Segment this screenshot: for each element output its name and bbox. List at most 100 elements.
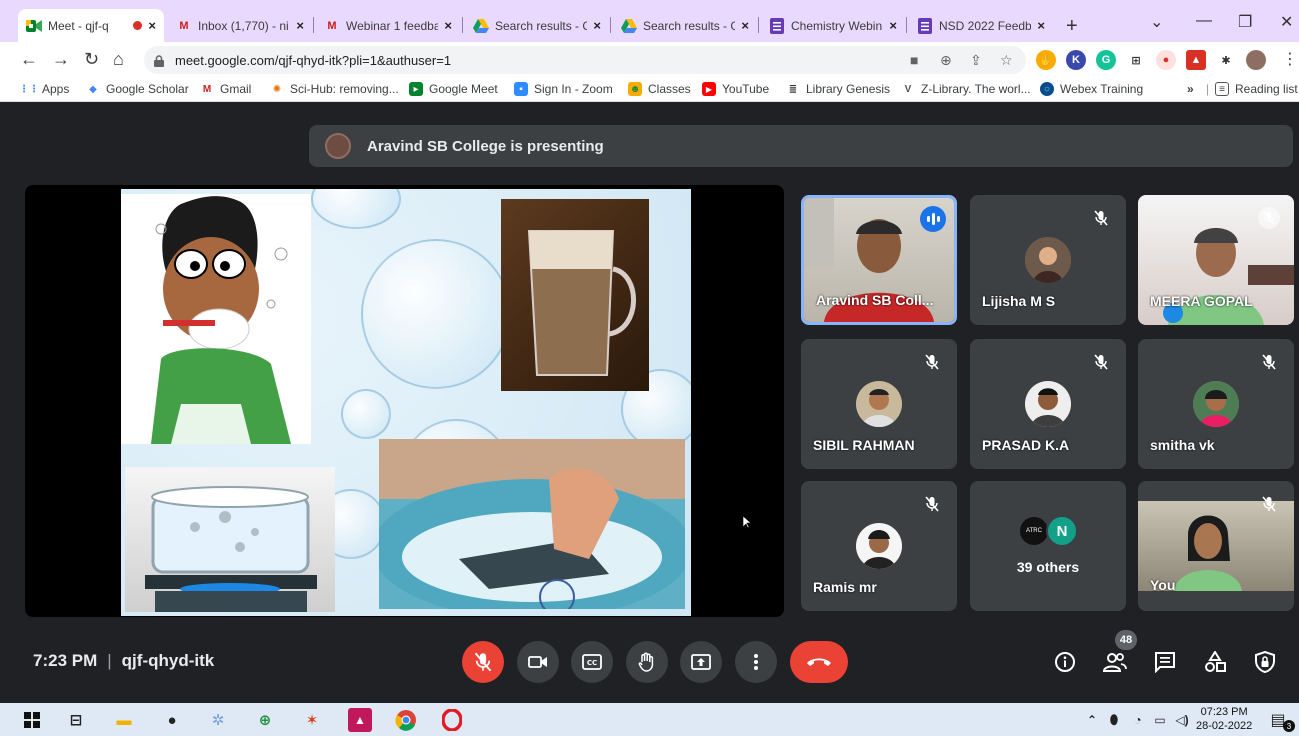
extension-grammarly-icon[interactable]: G bbox=[1096, 50, 1116, 70]
chat-icon bbox=[1155, 652, 1175, 673]
opera-taskbar-icon[interactable] bbox=[440, 708, 464, 732]
bookmark-google-meet[interactable]: ▸ Google Meet bbox=[409, 82, 498, 96]
participant-tile-meera[interactable]: MEERA GOPAL bbox=[1138, 195, 1294, 325]
windows-start-icon[interactable] bbox=[20, 708, 44, 732]
forward-icon[interactable]: → bbox=[52, 49, 70, 70]
close-tab-icon[interactable]: × bbox=[296, 18, 304, 33]
tab-search-results-2[interactable]: Search results - G × bbox=[613, 9, 757, 42]
meet-stage: Aravind SB College is presenting Aravind… bbox=[9, 103, 1299, 703]
windows-taskbar: ⊟ ▬ ● ✲ ⊕ ✶ ▲ ⌃ ⬮ ◔ ▭ ◁) 07:23 PM 28-02-… bbox=[0, 703, 1299, 736]
host-controls-button[interactable] bbox=[1252, 649, 1278, 675]
bookmark-zoom[interactable]: ▪ Sign In - Zoom bbox=[514, 82, 613, 96]
people-button[interactable] bbox=[1102, 649, 1128, 675]
zoom-icon[interactable]: ⊕ bbox=[940, 52, 952, 69]
file-explorer-icon[interactable]: ▬ bbox=[112, 708, 136, 732]
meeting-info-button[interactable] bbox=[1052, 649, 1078, 675]
profile-avatar[interactable] bbox=[1246, 50, 1266, 70]
tab-gmail-inbox[interactable]: M Inbox (1,770) - ni × bbox=[168, 9, 312, 42]
leave-call-button[interactable] bbox=[790, 641, 848, 683]
camera-in-use-icon[interactable]: ■ bbox=[910, 52, 918, 68]
media-app-icon[interactable]: ● bbox=[160, 708, 184, 732]
back-icon[interactable]: ← bbox=[20, 49, 38, 70]
mic-toggle-button[interactable] bbox=[462, 641, 504, 683]
address-bar[interactable]: meet.google.com/qjf-qhyd-itk?pli=1&authu… bbox=[144, 46, 1026, 74]
tab-search-chevron-icon[interactable]: ⌄ bbox=[1150, 12, 1163, 32]
drawing-app-icon[interactable]: ✶ bbox=[300, 708, 324, 732]
bookmark-apps[interactable]: ⋮⋮ Apps bbox=[19, 82, 69, 96]
tray-wifi-icon[interactable]: ◔ bbox=[1126, 708, 1150, 732]
bookmark-z-library[interactable]: V Z-Library. The worl... bbox=[901, 82, 1031, 96]
share-icon[interactable]: ⇪ bbox=[970, 52, 982, 69]
libgen-icon: ≣ bbox=[788, 83, 798, 95]
tray-date: 28-02-2022 bbox=[1196, 720, 1253, 732]
tray-microphone-icon[interactable]: ⬮ bbox=[1102, 708, 1126, 732]
camera-toggle-button[interactable] bbox=[517, 641, 559, 683]
bookmark-classes[interactable]: ☻ Classes bbox=[628, 82, 691, 96]
tab-search-results-1[interactable]: Search results - G × bbox=[465, 9, 609, 42]
menu-kebab-icon[interactable]: ⋮ bbox=[1282, 49, 1298, 69]
extension-pdf-icon[interactable]: ▲ bbox=[1186, 50, 1206, 70]
close-tab-icon[interactable]: × bbox=[148, 18, 156, 33]
participant-name: MEERA GOPAL bbox=[1150, 293, 1253, 309]
close-tab-icon[interactable]: × bbox=[593, 18, 601, 33]
extensions-puzzle-icon[interactable]: ✱ bbox=[1216, 50, 1236, 70]
participant-tile-you[interactable]: You bbox=[1138, 481, 1294, 611]
participant-avatar bbox=[1193, 381, 1239, 427]
participant-name: Aravind SB Coll... bbox=[816, 292, 934, 308]
participant-tile-lijisha[interactable]: Lijisha M S bbox=[970, 195, 1126, 325]
participant-tile-smitha[interactable]: smitha vk bbox=[1138, 339, 1294, 469]
mic-off-icon bbox=[1090, 351, 1112, 373]
tray-overflow-chevron-icon[interactable]: ⌃ bbox=[1080, 708, 1104, 732]
more-bookmarks-button[interactable]: » bbox=[1187, 82, 1194, 96]
participant-tile-ramis[interactable]: Ramis mr bbox=[801, 481, 957, 611]
tray-volume-icon[interactable]: ◁) bbox=[1170, 708, 1194, 732]
bookmark-google-scholar[interactable]: ◆ Google Scholar bbox=[86, 82, 189, 96]
minimize-icon[interactable]: — bbox=[1196, 12, 1212, 30]
close-tab-icon[interactable]: × bbox=[1037, 18, 1045, 33]
chrome-taskbar-icon[interactable] bbox=[394, 708, 418, 732]
participant-tile-aravind[interactable]: Aravind SB Coll... bbox=[801, 195, 957, 325]
tray-clock[interactable]: 07:23 PM 28-02-2022 bbox=[1196, 705, 1252, 733]
tab-meet[interactable]: Meet - qjf-q × bbox=[18, 9, 164, 42]
close-window-icon[interactable]: ✕ bbox=[1280, 12, 1293, 32]
task-view-icon[interactable]: ⊟ bbox=[64, 708, 88, 732]
gmail-icon: M bbox=[179, 19, 189, 32]
close-tab-icon[interactable]: × bbox=[444, 18, 452, 33]
extension-thumb-icon[interactable]: ✋ bbox=[1036, 50, 1056, 70]
bookmark-sci-hub[interactable]: ✺ Sci-Hub: removing... bbox=[270, 82, 399, 96]
reading-list-button[interactable]: ≡ Reading list bbox=[1215, 82, 1298, 96]
participant-tile-others[interactable]: ATRC N 39 others bbox=[970, 481, 1126, 611]
bookmark-webex-training[interactable]: ○ Webex Training bbox=[1040, 82, 1143, 96]
restore-icon[interactable]: ❐ bbox=[1238, 12, 1252, 32]
extension-grid-icon[interactable]: ⊞ bbox=[1126, 50, 1146, 70]
tab-chemistry-webinar[interactable]: Chemistry Webin × bbox=[761, 9, 905, 42]
tab-label: Search results - G bbox=[495, 18, 588, 33]
present-now-button[interactable] bbox=[680, 641, 722, 683]
extension-k-icon[interactable]: K bbox=[1066, 50, 1086, 70]
bookmark-library-genesis[interactable]: ≣ Library Genesis bbox=[786, 82, 890, 96]
participant-tile-prasad[interactable]: PRASAD K.A bbox=[970, 339, 1126, 469]
presenting-banner: Aravind SB College is presenting bbox=[309, 125, 1293, 167]
close-tab-icon[interactable]: × bbox=[741, 18, 749, 33]
bookmark-star-icon[interactable]: ☆ bbox=[1000, 52, 1013, 69]
close-tab-icon[interactable]: × bbox=[889, 18, 897, 33]
new-tab-button[interactable]: + bbox=[1066, 15, 1078, 38]
home-icon[interactable]: ⌂ bbox=[113, 49, 124, 70]
photos-app-icon[interactable]: ▲ bbox=[348, 708, 372, 732]
raise-hand-button[interactable] bbox=[626, 641, 668, 683]
participant-tile-sibil[interactable]: SIBIL RAHMAN bbox=[801, 339, 957, 469]
settings-gear-app-icon[interactable]: ✲ bbox=[206, 708, 230, 732]
captions-button[interactable]: CC bbox=[571, 641, 613, 683]
tray-battery-icon[interactable]: ▭ bbox=[1148, 708, 1172, 732]
reload-icon[interactable]: ↻ bbox=[84, 49, 99, 70]
tab-nsd-feedback[interactable]: NSD 2022 Feedb × bbox=[909, 9, 1053, 42]
activities-button[interactable] bbox=[1202, 649, 1228, 675]
chat-button[interactable] bbox=[1152, 649, 1178, 675]
tab-webinar-feedback[interactable]: M Webinar 1 feedba × bbox=[316, 9, 460, 42]
globe-app-icon[interactable]: ⊕ bbox=[253, 708, 277, 732]
more-options-button[interactable] bbox=[735, 641, 777, 683]
bookmark-gmail[interactable]: M Gmail bbox=[200, 82, 252, 96]
extension-meet-icon[interactable]: ● bbox=[1156, 50, 1176, 70]
bookmark-youtube[interactable]: ▶ YouTube bbox=[702, 82, 769, 96]
shared-screen[interactable] bbox=[25, 185, 784, 617]
